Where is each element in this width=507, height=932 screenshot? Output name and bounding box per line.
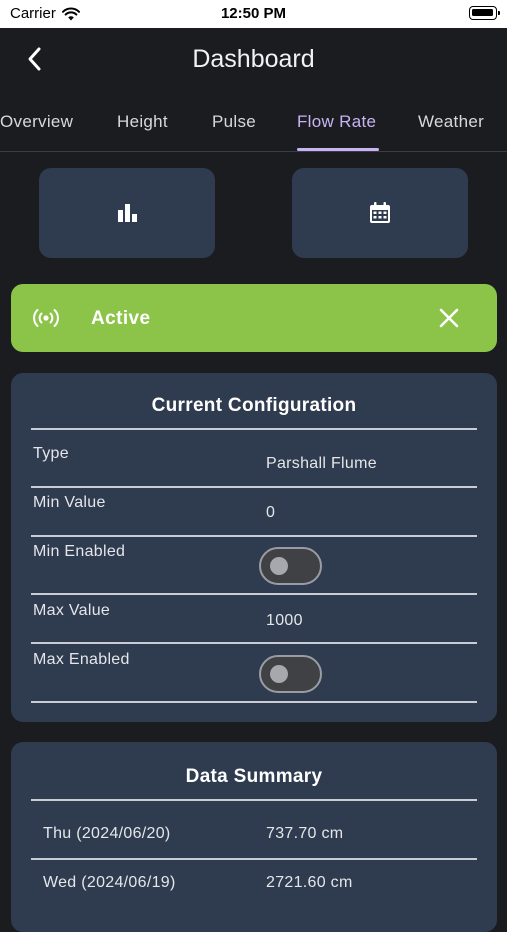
data-summary-card: Data Summary Thu (2024/06/20) 737.70 cm … <box>11 742 497 932</box>
page-title: Dashboard <box>192 45 315 73</box>
config-label-max-value: Max Value <box>33 602 111 619</box>
status-bar: Carrier 12:50 PM <box>0 0 507 28</box>
active-tab-indicator <box>297 148 379 151</box>
min-enabled-toggle[interactable] <box>259 547 322 585</box>
data-summary-title: Data Summary <box>185 766 323 787</box>
tab-flow-rate[interactable]: Flow Rate <box>297 112 376 132</box>
config-label-max-enabled: Max Enabled <box>33 651 130 668</box>
battery-icon <box>469 6 500 20</box>
config-value-min-value: 0 <box>266 504 276 521</box>
config-value-type: Parshall Flume <box>266 455 377 472</box>
summary-day: Wed (2024/06/19) <box>43 874 176 891</box>
config-label-type: Type <box>33 445 69 462</box>
toggle-knob <box>270 557 288 575</box>
tab-pulse[interactable]: Pulse <box>212 112 256 132</box>
calendar-icon <box>370 202 390 223</box>
summary-day: Thu (2024/06/20) <box>43 825 171 842</box>
divider <box>31 701 477 703</box>
config-label-min-value: Min Value <box>33 494 106 511</box>
chart-button[interactable] <box>39 168 215 258</box>
toggle-knob <box>270 665 288 683</box>
tab-overview[interactable]: Overview <box>0 112 73 132</box>
divider <box>31 642 477 644</box>
close-icon[interactable] <box>438 307 460 329</box>
summary-value: 737.70 cm <box>266 825 344 842</box>
tab-height[interactable]: Height <box>117 112 168 132</box>
bar-chart-icon <box>118 204 137 222</box>
status-banner: Active <box>11 284 497 352</box>
configuration-card: Current Configuration Type Parshall Flum… <box>11 373 497 722</box>
config-label-min-enabled: Min Enabled <box>33 543 126 560</box>
tab-bar: Overview Height Pulse Flow Rate Weather <box>0 100 507 152</box>
configuration-title: Current Configuration <box>151 395 357 416</box>
divider <box>31 428 477 430</box>
divider <box>31 593 477 595</box>
summary-value: 2721.60 cm <box>266 874 353 891</box>
divider <box>31 858 477 860</box>
divider <box>31 486 477 488</box>
divider <box>31 535 477 537</box>
divider <box>31 799 477 801</box>
config-value-max-value: 1000 <box>266 612 303 629</box>
status-time: 12:50 PM <box>220 5 287 22</box>
tab-weather[interactable]: Weather <box>418 112 484 132</box>
max-enabled-toggle[interactable] <box>259 655 322 693</box>
broadcast-icon <box>33 309 59 327</box>
calendar-button[interactable] <box>292 168 468 258</box>
status-label: Active <box>91 308 151 329</box>
app-header: Dashboard <box>0 28 507 92</box>
